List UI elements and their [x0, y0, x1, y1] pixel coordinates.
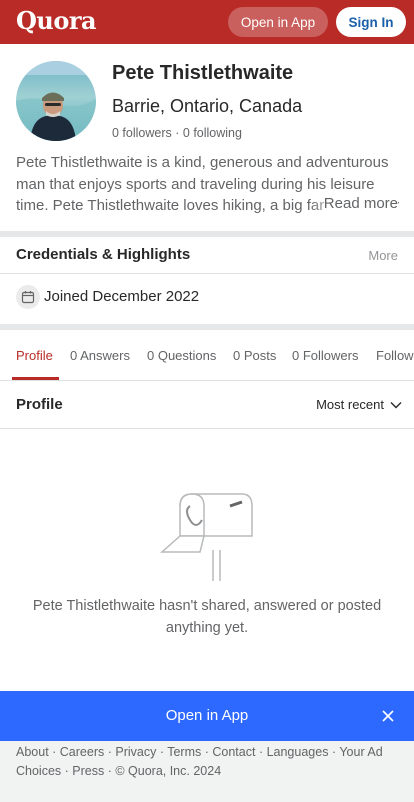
tab-questions[interactable]: 0 Questions	[147, 348, 216, 363]
tab-posts[interactable]: 0 Posts	[233, 348, 276, 363]
footer-link-press[interactable]: Press	[72, 764, 104, 778]
footer-link-careers[interactable]: Careers	[60, 745, 104, 759]
open-in-app-banner[interactable]: Open in App	[0, 691, 414, 741]
content-section-title: Profile	[16, 396, 63, 413]
followers-count[interactable]: 0 followers	[112, 126, 172, 140]
tab-following[interactable]: Following	[376, 348, 414, 363]
close-icon[interactable]	[380, 708, 396, 724]
read-more-link[interactable]: Read more	[323, 195, 398, 212]
divider	[0, 380, 414, 381]
footer-copyright: © Quora, Inc. 2024	[115, 764, 222, 778]
footer-link-terms[interactable]: Terms	[167, 745, 201, 759]
profile-tabs: Profile 0 Answers 0 Questions 0 Posts 0 …	[0, 332, 414, 380]
tab-profile[interactable]: Profile	[16, 348, 53, 363]
footer-link-contact[interactable]: Contact	[212, 745, 255, 759]
mailbox-icon	[160, 493, 253, 581]
divider	[0, 428, 414, 429]
calendar-icon	[16, 285, 40, 309]
section-divider	[0, 231, 414, 237]
joined-date: Joined December 2022	[44, 288, 200, 305]
empty-state-message: Pete Thistlethwaite hasn't shared, answe…	[32, 598, 382, 636]
chevron-down-icon	[390, 401, 402, 408]
tab-followers[interactable]: 0 Followers	[292, 348, 358, 363]
credentials-more-link[interactable]: More	[368, 248, 398, 263]
footer-link-languages[interactable]: Languages	[267, 745, 329, 759]
footer-links: About · Careers · Privacy · Terms · Cont…	[16, 745, 383, 778]
footer: About · Careers · Privacy · Terms · Cont…	[0, 741, 414, 802]
open-in-app-banner-label[interactable]: Open in App	[0, 707, 414, 724]
footer-link-about[interactable]: About	[16, 745, 49, 759]
profile-name: Pete Thistlethwaite	[112, 62, 294, 84]
open-in-app-button[interactable]: Open in App	[228, 7, 328, 37]
footer-link-privacy[interactable]: Privacy	[115, 745, 156, 759]
sort-label: Most recent	[316, 397, 384, 412]
sign-in-button[interactable]: Sign In	[336, 7, 406, 37]
following-count[interactable]: 0 following	[183, 126, 242, 140]
profile-location: Barrie, Ontario, Canada	[112, 96, 303, 116]
tab-answers[interactable]: 0 Answers	[70, 348, 130, 363]
quora-logo[interactable]: Quora	[16, 6, 97, 35]
follow-stats: 0 followers · 0 following	[112, 126, 242, 140]
divider	[0, 273, 414, 274]
top-navigation-bar: Quora Open in App Sign In	[0, 0, 414, 44]
section-divider	[0, 324, 414, 330]
follow-separator: ·	[175, 126, 180, 140]
credentials-title: Credentials & Highlights	[16, 246, 191, 263]
sort-dropdown[interactable]: Most recent	[316, 397, 402, 412]
avatar[interactable]	[16, 61, 96, 141]
